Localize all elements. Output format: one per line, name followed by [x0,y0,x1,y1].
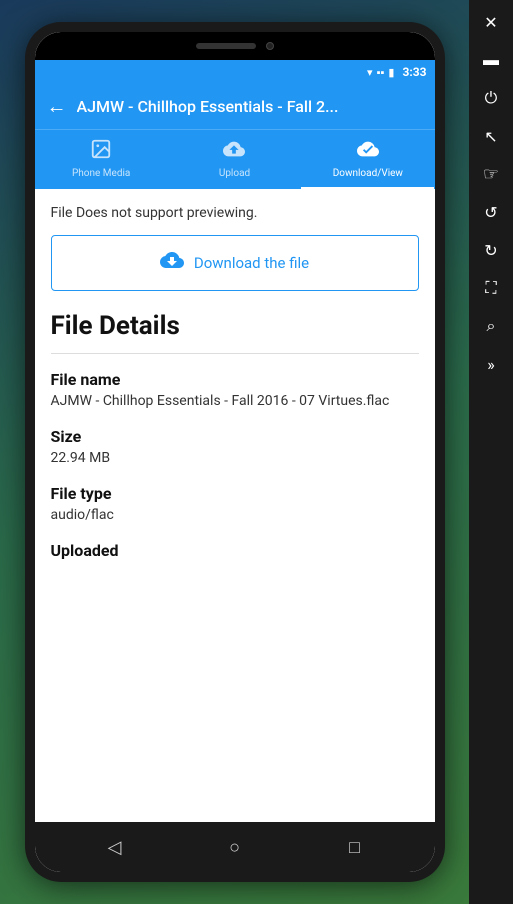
upload-icon [223,138,245,165]
tab-download-view[interactable]: Download/View [301,130,434,189]
status-bar: ▾ ▪▪ ▮ 3:33 [35,60,435,84]
battery-icon: ▮ [388,66,394,79]
tab-phone-media-label: Phone Media [72,168,130,179]
nav-back-button[interactable]: ◁ [95,827,135,867]
forward-button[interactable]: » [473,346,509,382]
file-details-title: File Details [51,311,419,341]
phone-screen: ▾ ▪▪ ▮ 3:33 ← AJMW - Chillhop Essentials… [35,32,435,872]
divider [51,353,419,354]
file-name-value: AJMW - Chillhop Essentials - Fall 2016 -… [51,393,419,409]
phone-media-icon [90,138,112,165]
fullscreen-button[interactable]: ⛶ [473,270,509,306]
close-button[interactable]: ✕ [473,4,509,40]
nav-recent-button[interactable]: □ [335,827,375,867]
no-preview-text: File Does not support previewing. [51,205,419,221]
file-type-value: audio/flac [51,507,419,523]
touch-button[interactable]: ☞ [473,156,509,192]
download-cloud-icon [160,248,184,278]
zoom-button[interactable]: ⌕ [473,308,509,344]
power-button[interactable]: ⏻ [473,80,509,116]
side-toolbar: ✕ ▬ ⏻ ↖ ☞ ↺ ↻ ⛶ ⌕ » [469,0,513,904]
phone-frame: ▾ ▪▪ ▮ 3:33 ← AJMW - Chillhop Essentials… [25,22,445,882]
file-name-label: File name [51,370,419,389]
phone-notch [35,32,435,60]
back-button[interactable]: ← [47,94,67,119]
speaker [196,43,256,49]
tab-upload-label: Upload [219,168,250,179]
app-header: ← AJMW - Chillhop Essentials - Fall 2... [35,84,435,129]
wifi-icon: ▾ [367,66,373,79]
tab-upload[interactable]: Upload [168,130,301,189]
uploaded-label: Uploaded [51,541,419,560]
bottom-nav: ◁ ○ □ [35,822,435,872]
download-button-label: Download the file [194,254,309,272]
nav-home-button[interactable]: ○ [215,827,255,867]
pointer-button[interactable]: ↖ [473,118,509,154]
minimize-button[interactable]: ▬ [473,42,509,78]
size-label: Size [51,427,419,446]
status-time: 3:33 [402,65,426,79]
tab-download-view-label: Download/View [333,168,403,179]
download-button[interactable]: Download the file [51,235,419,291]
download-view-icon [357,138,379,165]
camera [266,42,274,50]
app-title: AJMW - Chillhop Essentials - Fall 2... [77,97,423,116]
rotate-ccw-button[interactable]: ↺ [473,194,509,230]
file-type-label: File type [51,484,419,503]
tab-bar: Phone Media Upload Download/View [35,129,435,189]
content-area: File Does not support previewing. Downlo… [35,189,435,822]
rotate-cw-button[interactable]: ↻ [473,232,509,268]
signal-icon: ▪▪ [377,66,385,79]
tab-phone-media[interactable]: Phone Media [35,130,168,189]
status-icons: ▾ ▪▪ ▮ [367,66,394,79]
size-value: 22.94 MB [51,450,419,466]
